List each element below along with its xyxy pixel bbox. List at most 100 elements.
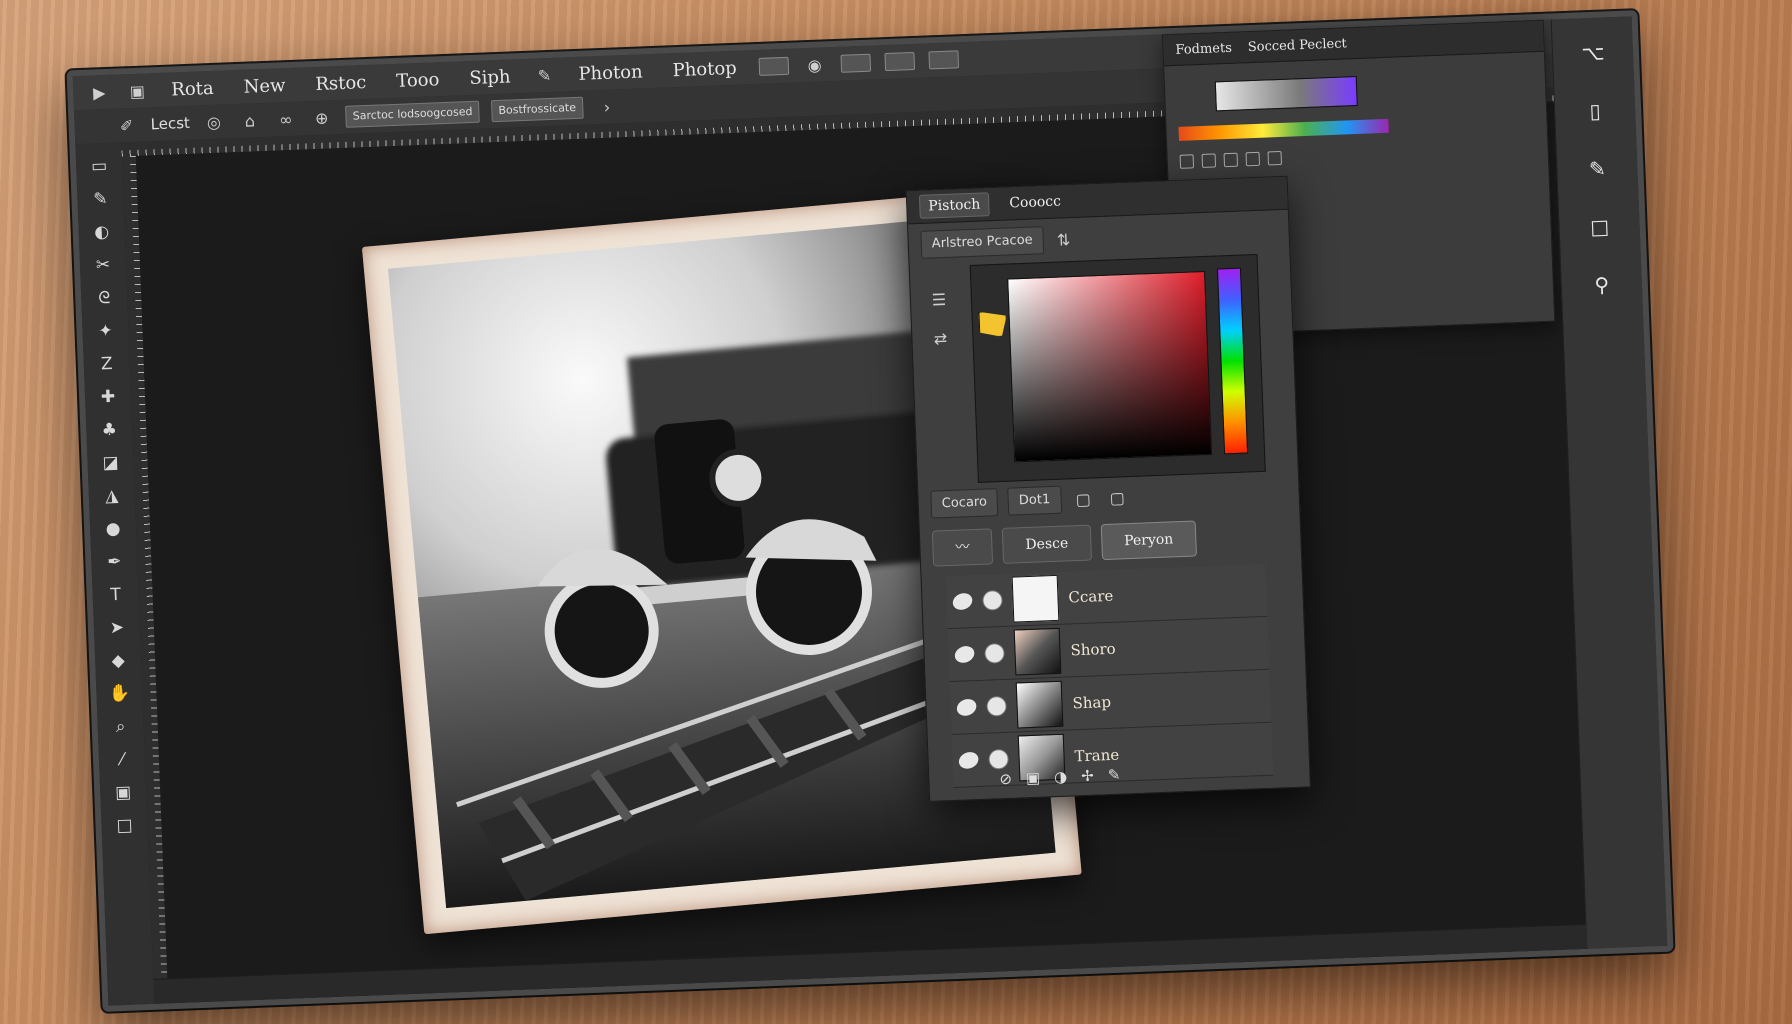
mode-box-2[interactable]: [840, 53, 871, 73]
fx-icon[interactable]: ✢: [1081, 767, 1094, 785]
quick-mask-icon[interactable]: □: [109, 812, 140, 839]
layer-link-icon[interactable]: [982, 589, 1003, 611]
swatch-icon[interactable]: [1245, 151, 1261, 167]
options-field-a[interactable]: Sarctoc lodsoogcosed: [345, 100, 480, 128]
panel-buttons: 〰 Desce Peryon: [931, 520, 1197, 567]
pen-icon[interactable]: ✎: [532, 65, 557, 85]
brush-dock-icon[interactable]: ✎: [1580, 153, 1615, 184]
curve-button[interactable]: 〰: [931, 528, 994, 567]
eyedropper-icon[interactable]: ⁄: [107, 746, 138, 773]
options-label: Lecst: [150, 113, 191, 134]
layer-link-icon[interactable]: [984, 642, 1005, 664]
panel-side-icons: ☰ ⇄: [927, 290, 953, 349]
brush-tool-icon[interactable]: ✎: [85, 186, 116, 213]
layer-link-icon[interactable]: [988, 748, 1010, 770]
swatch-icon[interactable]: [1267, 150, 1283, 166]
eraser-icon[interactable]: ◪: [95, 450, 126, 477]
marquee-tool-icon[interactable]: ▭: [84, 153, 115, 180]
type-tool-icon[interactable]: T: [100, 581, 131, 608]
mask-icon[interactable]: ▣: [1026, 769, 1041, 788]
layer-thumbnail: [1015, 680, 1064, 729]
adjustment-icon[interactable]: ◑: [1054, 768, 1068, 786]
swatch-icon[interactable]: [1179, 154, 1195, 169]
picker-fields: Cocaro Dot1 ▢ ▢: [930, 483, 1129, 519]
crop-icon[interactable]: ✂: [88, 252, 119, 279]
mode-box[interactable]: [758, 56, 790, 76]
healing-icon[interactable]: ✚: [93, 384, 124, 411]
slice-icon[interactable]: Z: [91, 351, 122, 378]
mode-box-3[interactable]: [884, 51, 915, 72]
mode-box-4[interactable]: [928, 50, 959, 70]
layer-name: Ccare: [1068, 586, 1114, 607]
history-icon[interactable]: ⌥: [1575, 37, 1610, 68]
menu-photop[interactable]: Photop: [664, 57, 745, 81]
menu-rstoc[interactable]: Rstoc: [307, 71, 375, 95]
quick-select-icon[interactable]: ◐: [86, 219, 117, 246]
square-icon[interactable]: ▢: [1071, 489, 1096, 509]
document-icon[interactable]: ▯: [1578, 95, 1613, 126]
options-field-b[interactable]: Bostfrossicate: [491, 96, 584, 123]
swatch-row: [1179, 150, 1283, 169]
sliders-icon[interactable]: ☰: [927, 290, 952, 310]
swap-icon[interactable]: ⇄: [928, 329, 953, 349]
tab-cooocc[interactable]: Cooocc: [1001, 190, 1069, 215]
move-arrow-icon[interactable]: ▶: [87, 82, 112, 102]
layer-name: Shap: [1072, 692, 1112, 713]
path-select-icon[interactable]: ➤: [101, 614, 132, 641]
visibility-eye-icon[interactable]: [950, 590, 975, 613]
dodge-icon[interactable]: ●: [98, 516, 129, 543]
visibility-eye-icon[interactable]: [956, 749, 981, 772]
tab-pistoch[interactable]: Pistoch: [918, 192, 990, 219]
menu-tooo[interactable]: Tooo: [388, 68, 448, 92]
artboard-icon[interactable]: ▣: [125, 81, 150, 101]
square-dock-icon[interactable]: □: [1582, 211, 1617, 242]
paint-bucket-icon[interactable]: ◮: [96, 483, 127, 510]
visibility-eye-icon[interactable]: [952, 643, 977, 666]
circle-option-icon[interactable]: ◉: [802, 55, 827, 75]
tab-fodmets[interactable]: Fodmets: [1175, 40, 1232, 57]
spectrum-bar[interactable]: [1178, 118, 1389, 141]
pin-icon[interactable]: ⚲: [1584, 269, 1619, 300]
saturation-value-field[interactable]: [1007, 270, 1213, 463]
magic-wand-icon[interactable]: ✦: [90, 318, 121, 345]
brush-icon[interactable]: ✐: [114, 115, 139, 136]
field-a[interactable]: Cocaro: [930, 488, 999, 519]
zoom-tool-icon[interactable]: ⌕: [105, 713, 136, 740]
layers-list: Ccare Shoro Shap Trane: [945, 563, 1274, 788]
visibility-eye-icon[interactable]: [954, 696, 979, 719]
brush-footer-icon[interactable]: ✎: [1107, 766, 1120, 784]
link-layers-icon[interactable]: ⊘: [999, 770, 1012, 788]
color-swatch-icon[interactable]: ▣: [108, 779, 139, 806]
gradient-preview[interactable]: [1214, 75, 1358, 112]
layer-thumbnail: [1011, 574, 1060, 623]
color-picker: [969, 253, 1266, 483]
desce-button[interactable]: Desce: [1001, 524, 1092, 564]
chevron-right-icon[interactable]: ›: [595, 97, 620, 117]
link-icon[interactable]: ⊕: [309, 108, 334, 128]
swatch-icon[interactable]: [1201, 153, 1217, 168]
menu-photon[interactable]: Photon: [570, 61, 651, 85]
pen-tool-icon[interactable]: ✒: [99, 548, 130, 575]
shoe-icon[interactable]: ⌂: [237, 111, 262, 131]
panel-subrow: Arlstreo Pcacoe ⇅: [920, 226, 1076, 259]
menu-rota[interactable]: Rota: [163, 77, 222, 100]
shape-tool-icon[interactable]: ◆: [103, 647, 134, 674]
lasso-tool-icon[interactable]: ᘓ: [89, 285, 120, 312]
field-b[interactable]: Dot1: [1007, 485, 1062, 516]
tab-socced-peclect[interactable]: Socced Peclect: [1248, 36, 1347, 55]
current-color-chip[interactable]: [978, 311, 1007, 338]
stepper-icon[interactable]: ⇅: [1051, 229, 1076, 250]
square-icon-2[interactable]: ▢: [1105, 488, 1130, 508]
panel-sub-label[interactable]: Arlstreo Pcacoe: [920, 226, 1045, 259]
layer-link-icon[interactable]: [986, 695, 1007, 717]
swatch-icon[interactable]: [1223, 152, 1239, 168]
clone-icon[interactable]: ♣: [94, 417, 125, 444]
target-icon[interactable]: ◎: [201, 112, 226, 132]
lasso-icon[interactable]: ∞: [273, 109, 298, 129]
menu-new[interactable]: New: [235, 74, 294, 98]
layer-name: Shoro: [1070, 639, 1116, 660]
peryon-button[interactable]: Peryon: [1100, 520, 1197, 561]
hand-tool-icon[interactable]: ✋: [104, 680, 135, 707]
menu-siph[interactable]: Siph: [461, 66, 519, 89]
hue-slider[interactable]: [1216, 267, 1249, 455]
